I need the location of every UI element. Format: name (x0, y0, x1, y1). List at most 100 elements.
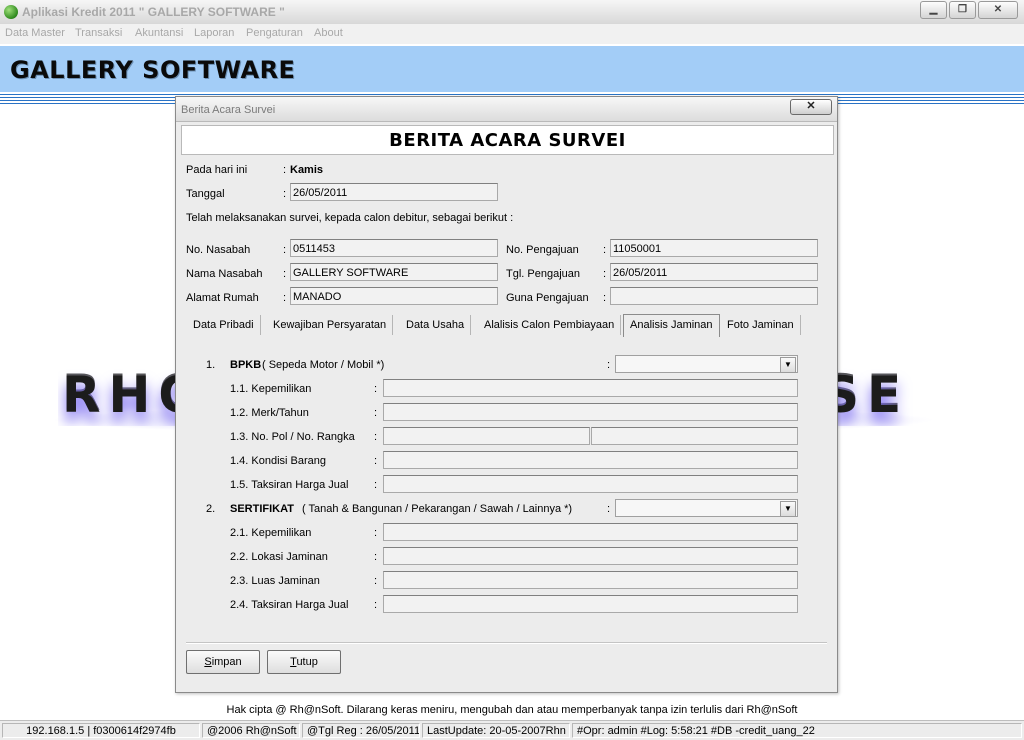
no-nasabah-field[interactable]: 0511453 (290, 239, 498, 257)
close-icon[interactable]: ✕ (978, 1, 1018, 19)
alamat-field[interactable]: MANADO (290, 287, 498, 305)
dialog-title-bar: Berita Acara Survei ✕ (176, 97, 837, 122)
sertifikat-luas-field[interactable] (383, 571, 798, 589)
dialog-title: Berita Acara Survei (181, 104, 276, 116)
colon: : (374, 479, 378, 491)
sertifikat-subtitle: ( Tanah & Bangunan / Pekarangan / Sawah … (302, 503, 573, 515)
bpkb-kepemilikan-field[interactable] (383, 379, 798, 397)
tab-foto-jaminan[interactable]: Foto Jaminan (721, 315, 801, 335)
tgl-pengajuan-field[interactable]: 26/05/2011 (610, 263, 818, 281)
app-title: Aplikasi Kredit 2011 " GALLERY SOFTWARE … (22, 5, 285, 19)
heading-box: BERITA ACARA SURVEI (181, 125, 834, 155)
bpkb-row-label: 1.3. No. Pol / No. Rangka (230, 431, 355, 443)
guna-pengajuan-field[interactable] (610, 287, 818, 305)
minimize-icon[interactable]: ▁ (920, 1, 947, 19)
sertifikat-kepemilikan-field[interactable] (383, 523, 798, 541)
colon: : (603, 244, 607, 256)
colon: : (374, 599, 378, 611)
no-nasabah-label: No. Nasabah (186, 244, 251, 256)
simpan-label: impan (211, 656, 242, 668)
nama-nasabah-label: Nama Nasabah (186, 268, 263, 280)
colon: : (603, 292, 607, 304)
colon: : (374, 407, 378, 419)
sertifikat-lokasi-field[interactable] (383, 547, 798, 565)
status-ip: 192.168.1.5 | f0300614f2974fb (2, 723, 200, 738)
bpkb-no-rangka-field[interactable] (591, 427, 798, 445)
sertifikat-row-label: 2.2. Lokasi Jaminan (230, 551, 328, 563)
colon: : (283, 244, 287, 256)
colon: : (607, 359, 611, 371)
divider (186, 642, 827, 644)
hari-label: Pada hari ini (186, 164, 248, 176)
menu-about[interactable]: About (314, 27, 343, 39)
bpkb-type-select[interactable]: ▼ (615, 355, 798, 373)
tab-analisis-jaminan[interactable]: Analisis Jaminan (623, 314, 720, 337)
window-controls: ▁ ❐ ✕ (920, 1, 1018, 19)
app-title-bar: Aplikasi Kredit 2011 " GALLERY SOFTWARE … (0, 0, 1024, 25)
sertifikat-row-label: 2.3. Luas Jaminan (230, 575, 320, 587)
status-bar: 192.168.1.5 | f0300614f2974fb @2006 Rh@n… (0, 720, 1024, 740)
menu-bar: Data Master Transaksi Akuntansi Laporan … (0, 24, 1024, 44)
bpkb-taksiran-field[interactable] (383, 475, 798, 493)
chevron-down-icon[interactable]: ▼ (780, 501, 796, 517)
bpkb-title: BPKB (230, 359, 262, 371)
guna-pengajuan-label: Guna Pengajuan (506, 292, 589, 304)
status-last-update: LastUpdate: 20-05-2007Rhn (422, 723, 570, 738)
status-operator: #Opr: admin #Log: 5:58:21 #DB -credit_ua… (572, 723, 1022, 738)
hari-value: Kamis (290, 164, 324, 176)
colon: : (283, 188, 287, 200)
nama-nasabah-field[interactable]: GALLERY SOFTWARE (290, 263, 498, 281)
chevron-down-icon[interactable]: ▼ (780, 357, 796, 373)
tanggal-field[interactable]: 26/05/2011 (290, 183, 498, 201)
tab-data-usaha[interactable]: Data Usaha (400, 315, 472, 335)
menu-pengaturan[interactable]: Pengaturan (246, 27, 303, 39)
bpkb-row-label: 1.1. Kepemilikan (230, 383, 312, 395)
bpkb-subtitle: ( Sepeda Motor / Mobil *) (262, 359, 385, 371)
menu-data-master[interactable]: Data Master (5, 27, 65, 39)
status-tgl-reg: @Tgl Reg : 26/05/2011 (302, 723, 420, 738)
bpkb-merk-tahun-field[interactable] (383, 403, 798, 421)
copyright-text: Hak cipta @ Rh@nSoft. Dilarang keras men… (226, 704, 798, 716)
tutup-button[interactable]: Tutup (267, 650, 341, 674)
menu-laporan[interactable]: Laporan (194, 27, 234, 39)
colon: : (374, 551, 378, 563)
colon: : (283, 292, 287, 304)
colon: : (374, 527, 378, 539)
survey-dialog: Berita Acara Survei ✕ BERITA ACARA SURVE… (175, 96, 838, 693)
status-copyright: @2006 Rh@nSoft (202, 723, 300, 738)
sertifikat-number: 2. (206, 503, 216, 515)
bpkb-row-label: 1.4. Kondisi Barang (230, 455, 327, 467)
maximize-icon[interactable]: ❐ (949, 1, 976, 19)
colon: : (374, 431, 378, 443)
sertifikat-type-select[interactable]: ▼ (615, 499, 798, 517)
bpkb-kondisi-field[interactable] (383, 451, 798, 469)
app-icon (4, 5, 18, 19)
colon: : (283, 268, 287, 280)
bpkb-number: 1. (206, 359, 216, 371)
sertifikat-row-label: 2.4. Taksiran Harga Jual (230, 599, 349, 611)
tab-analisis-calon-pembiayaan[interactable]: Alalisis Calon Pembiayaan (478, 315, 622, 335)
tanggal-label: Tanggal (186, 188, 225, 200)
form-heading: BERITA ACARA SURVEI (389, 130, 626, 151)
bpkb-row-label: 1.5. Taksiran Harga Jual (230, 479, 349, 491)
tab-data-pribadi[interactable]: Data Pribadi (187, 315, 261, 335)
banner-stripe (0, 94, 1024, 95)
bpkb-no-pol-field[interactable] (383, 427, 590, 445)
no-pengajuan-field[interactable]: 11050001 (610, 239, 818, 257)
no-pengajuan-label: No. Pengajuan (506, 244, 579, 256)
colon: : (374, 383, 378, 395)
sertifikat-taksiran-field[interactable] (383, 595, 798, 613)
menu-akuntansi[interactable]: Akuntansi (135, 27, 183, 39)
brand-title: GALLERY SOFTWARE (10, 56, 296, 84)
intro-text: Telah melaksanakan survei, kepada calon … (186, 212, 514, 224)
alamat-label: Alamat Rumah (186, 292, 259, 304)
tutup-label: utup (296, 656, 318, 668)
simpan-button[interactable]: Simpan (186, 650, 260, 674)
menu-transaksi[interactable]: Transaksi (75, 27, 122, 39)
sertifikat-title: SERTIFIKAT (230, 503, 294, 515)
tab-kewajiban-persyaratan[interactable]: Kewajiban Persyaratan (267, 315, 394, 335)
brand-banner: GALLERY SOFTWARE (0, 46, 1024, 92)
tgl-pengajuan-label: Tgl. Pengajuan (506, 268, 580, 280)
dialog-close-icon[interactable]: ✕ (790, 99, 832, 115)
colon: : (374, 575, 378, 587)
